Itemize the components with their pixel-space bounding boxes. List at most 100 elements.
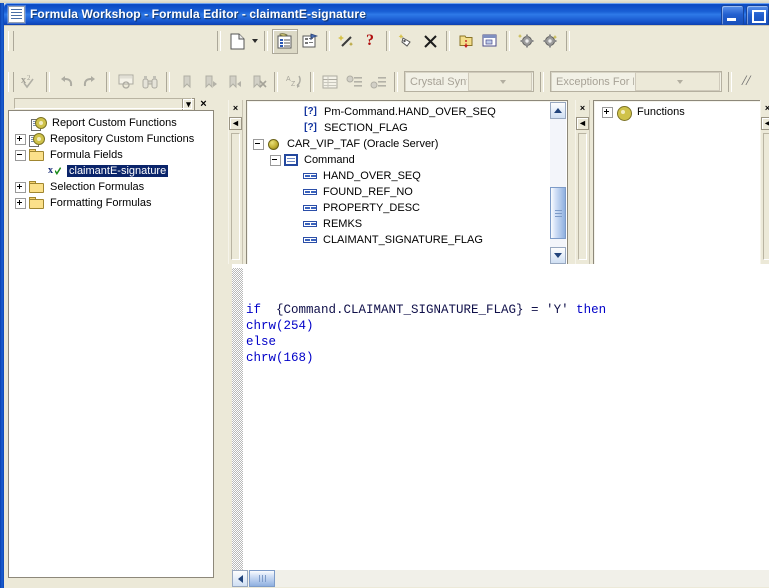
restore-button[interactable] (746, 5, 769, 26)
formula-code-text[interactable]: if {Command.CLAIMANT_SIGNATURE_FLAG} = '… (246, 302, 606, 366)
syntax-select-arrow[interactable] (468, 72, 532, 91)
workshop-panel: ▾ × Report Custom Functions Repository Cu… (4, 96, 220, 586)
comment-button[interactable]: // (736, 73, 756, 90)
toolbar-separator (386, 31, 390, 51)
tree-item[interactable]: [?] Pm-Command.HAND_OVER_SEQ (249, 104, 548, 120)
workshop-panel-rail[interactable] (14, 98, 192, 109)
binoculars-icon (142, 75, 157, 88)
tree-item[interactable]: Command (249, 152, 548, 168)
code-line: if {Command.CLAIMANT_SIGNATURE_FLAG} = '… (246, 302, 606, 318)
expand-toggle-icon[interactable] (15, 181, 26, 193)
tree-item[interactable]: CAR_VIP_TAF (Oracle Server) (249, 136, 548, 152)
field-scroll-thumb[interactable] (550, 187, 566, 239)
editor-horizontal-scrollbar[interactable] (232, 570, 769, 587)
next-bookmark-button[interactable] (198, 70, 222, 93)
new-formula-button[interactable] (225, 30, 249, 53)
gear-two-button[interactable] (538, 30, 562, 53)
tree-item[interactable]: Formatting Formulas (9, 195, 213, 211)
toolbar-separator (274, 71, 278, 92)
previous-bookmark-button[interactable] (222, 70, 246, 93)
field-tree-split-rail[interactable] (231, 133, 240, 260)
delete-button[interactable] (418, 30, 442, 53)
tree-item[interactable]: x claimantE-signature (9, 163, 213, 179)
find-replace-button[interactable] (138, 70, 162, 93)
redo-button[interactable] (78, 70, 102, 93)
sort-trees-button[interactable]: A Z (282, 70, 306, 93)
editor-gutter[interactable] (232, 268, 243, 570)
tree-item-label: Formula Fields (50, 149, 123, 161)
formula-expert-button[interactable] (334, 30, 358, 53)
tree-item[interactable]: Repository Custom Functions (9, 131, 213, 147)
browse-data-button[interactable] (114, 70, 138, 93)
syntax-select[interactable]: Crystal Syntax (404, 71, 534, 92)
bookmark-clear-icon (253, 75, 267, 89)
field-tree-collapse-button[interactable]: ◄ (229, 117, 242, 130)
tree-item[interactable]: REMKS (249, 216, 548, 232)
toolbar-separator (106, 71, 110, 92)
tree-item[interactable]: FOUND_REF_NO (249, 184, 548, 200)
tree-item-label: claimantE-signature (67, 165, 169, 177)
expand-toggle-icon[interactable] (602, 106, 613, 118)
new-formula-dropdown[interactable] (249, 30, 260, 52)
tree-item[interactable]: CLAIMANT_SIGNATURE_FLAG (249, 232, 548, 248)
clear-bookmarks-button[interactable] (246, 70, 270, 93)
right-edge-collapse-button[interactable]: ◄ (761, 117, 769, 130)
editor-scroll-thumb[interactable] (249, 570, 275, 587)
field-tree-scrollbar[interactable] (550, 102, 566, 264)
function-tree-close-button[interactable]: × (576, 102, 589, 115)
add-to-repository-button[interactable] (454, 30, 478, 53)
folder-icon (29, 197, 44, 209)
tree-item[interactable]: Selection Formulas (9, 179, 213, 195)
rename-button[interactable] (298, 30, 322, 53)
tree-item[interactable]: HAND_OVER_SEQ (249, 168, 548, 184)
function-tree-collapse-button[interactable]: ◄ (576, 117, 589, 130)
collapse-toggle-icon[interactable] (253, 138, 264, 150)
nulls-select-arrow[interactable] (635, 72, 720, 91)
check-syntax-button[interactable]: x 2 (18, 70, 42, 93)
expand-toggle-icon[interactable] (15, 133, 26, 145)
tree-item[interactable]: PROPERTY_DESC (249, 200, 548, 216)
field-tree-splitter[interactable]: × ◄ (228, 100, 243, 264)
show-formula-button[interactable] (478, 30, 502, 53)
tree-item[interactable]: Report Custom Functions (9, 115, 213, 131)
function-tree[interactable]: Functions (593, 100, 769, 266)
gear-one-button[interactable] (514, 30, 538, 53)
tree-item[interactable]: [?] SECTION_FLAG (249, 120, 548, 136)
toggle-bookmark-button[interactable] (174, 70, 198, 93)
minimize-button[interactable] (721, 5, 744, 26)
collapse-toggle-icon[interactable] (15, 149, 26, 161)
tree-item[interactable]: Functions (598, 104, 768, 121)
tree-item[interactable]: Formula Fields (9, 147, 213, 163)
editor-scroll-left-button[interactable] (232, 570, 248, 587)
expand-toggle-icon[interactable] (15, 197, 26, 209)
toolbar-grip[interactable] (8, 71, 14, 92)
title-bar[interactable]: Formula Workshop - Formula Editor - clai… (4, 3, 769, 26)
function-tree-button[interactable] (342, 70, 366, 93)
field-scroll-down-button[interactable] (550, 247, 566, 264)
workshop-close-button[interactable]: × (197, 97, 210, 111)
field-tree-close-button[interactable]: × (229, 102, 242, 115)
right-edge-split-rail[interactable] (763, 133, 769, 260)
insert-button[interactable] (394, 30, 418, 53)
function-tree-split-rail[interactable] (578, 133, 587, 260)
workshop-tree[interactable]: Report Custom Functions Repository Custom… (8, 110, 214, 578)
edit-formula-button[interactable] (272, 28, 298, 54)
undo-button[interactable] (54, 70, 78, 93)
field-tree[interactable]: [?] Pm-Command.HAND_OVER_SEQ [?] SECTION_FL… (246, 100, 568, 266)
help-button[interactable]: ? (358, 30, 382, 53)
right-edge-close-button[interactable]: × (761, 102, 769, 115)
right-edge-splitter[interactable]: × ◄ (760, 100, 769, 264)
rename-flag-icon (302, 33, 318, 48)
collapse-toggle-icon[interactable] (270, 154, 281, 166)
nulls-select[interactable]: Exceptions For Nulls (550, 71, 722, 92)
toolbar-separator (394, 71, 398, 92)
function-tree-splitter[interactable]: × ◄ (575, 100, 590, 264)
folder-arrow-icon (459, 35, 472, 48)
operator-tree-button[interactable] (366, 70, 390, 93)
folder-icon (29, 149, 44, 161)
field-scroll-up-button[interactable] (550, 102, 566, 119)
tree-toggle-spacer (15, 119, 24, 128)
formula-code-editor[interactable]: if {Command.CLAIMANT_SIGNATURE_FLAG} = '… (232, 268, 769, 570)
toolbar-grip[interactable] (8, 31, 14, 51)
field-tree-button[interactable] (318, 70, 342, 93)
